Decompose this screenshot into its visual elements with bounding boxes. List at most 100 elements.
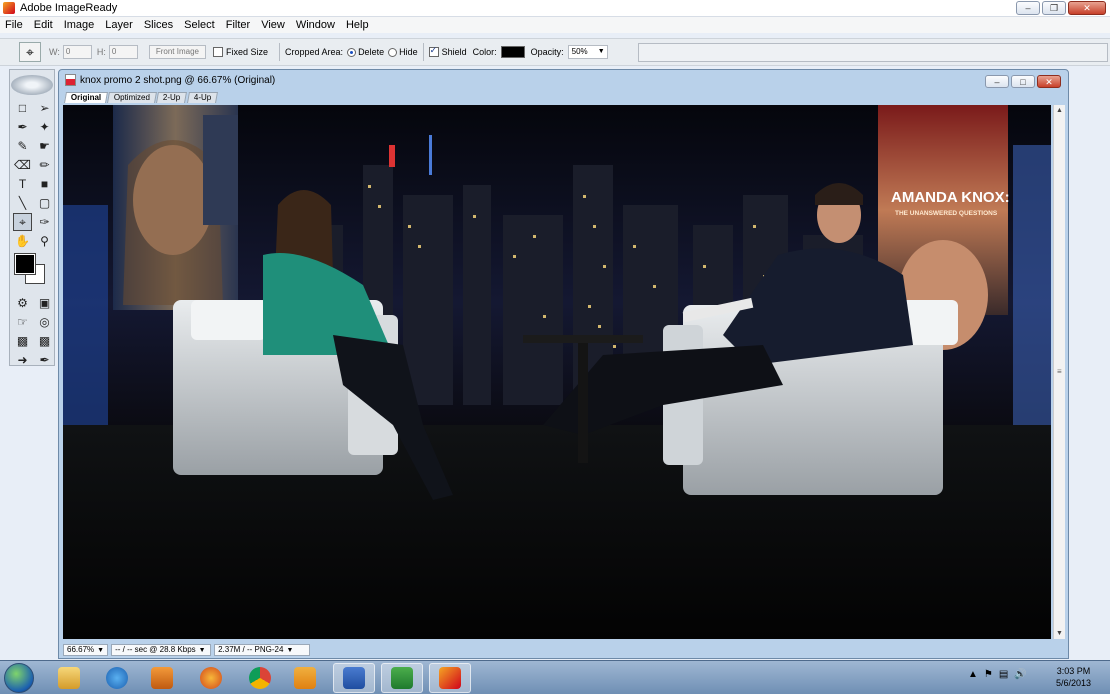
menu-view[interactable]: View [256,19,291,31]
menu-window[interactable]: Window [291,19,341,31]
word-icon [343,667,365,689]
show-hidden-icons-icon[interactable]: ▲ [968,669,978,680]
width-field[interactable]: 0 [62,45,92,59]
fixed-size-checkbox[interactable] [212,47,223,57]
rounded-rectangle-icon[interactable]: ▢ [35,194,54,212]
hand-tool-icon[interactable]: ✋ [13,232,32,250]
chevron-down-icon: ▼ [198,646,206,654]
taskbar-imageready[interactable] [429,663,471,693]
scroll-down-icon[interactable]: ▼ [1056,630,1063,637]
imageready-icon [439,667,461,689]
app-title-bar: Adobe ImageReady – ❐ ✕ [0,0,1110,17]
menu-file[interactable]: File [0,19,29,31]
scroll-up-icon[interactable]: ▲ [1056,107,1063,114]
edit-in-photoshop-icon[interactable]: ✒ [35,351,54,369]
restore-button[interactable]: ❐ [1042,1,1066,15]
cropped-area-label: Cropped Area: [285,47,344,57]
crop-tool-icon[interactable]: ⌖ [13,213,32,231]
zoom-level-dropdown[interactable]: 66.67% ▼ [63,643,109,656]
fixed-size-option[interactable]: Fixed Size [212,47,268,57]
menu-select[interactable]: Select [179,19,221,31]
zoom-level: 66.67% [67,644,95,654]
document-minimize-button[interactable]: – [985,75,1009,88]
menu-layer[interactable]: Layer [100,19,139,31]
menu-image[interactable]: Image [59,19,101,31]
tab-4-up[interactable]: 4-Up [186,92,218,103]
taskbar-media-player[interactable] [141,663,183,693]
brush-icon[interactable]: ✏ [35,156,54,174]
rectangular-marquee-icon[interactable]: □ [13,99,32,117]
menu-filter[interactable]: Filter [221,19,256,31]
taskbar-outlook[interactable] [284,663,326,693]
screen-mode-icon[interactable]: ▩ [13,332,32,350]
move-tool-icon[interactable]: ➢ [35,99,54,117]
file-size-dropdown[interactable]: 2.37M / -- PNG-24 ▼ [214,643,311,656]
start-button[interactable] [4,663,34,693]
height-field[interactable]: 0 [108,45,138,59]
delete-radio[interactable] [347,47,357,57]
divider [422,43,424,61]
rollover-preview-icon[interactable]: ☞ [13,313,32,331]
menu-slices[interactable]: Slices [139,19,179,31]
height-label: H: [96,47,106,57]
opacity-label: Opacity: [530,47,564,57]
shield-checkbox[interactable] [428,45,439,57]
taskbar-excel[interactable] [381,663,423,693]
full-screen-icon[interactable]: ▩ [35,332,54,350]
color-label: Color: [472,47,497,57]
tab-2-up[interactable]: 2-Up [156,92,188,103]
crop-tool-preset-icon[interactable]: ⌖ [19,42,41,62]
system-clock[interactable]: 3:03 PM 5/6/2013 [1046,665,1101,689]
taskbar-word[interactable] [333,663,375,693]
windows-taskbar: ▲ ⚑ ▤ 🔊 3:03 PM 5/6/2013 [0,660,1110,694]
eyedropper-icon[interactable]: ✑ [35,213,54,231]
vertical-scrollbar[interactable]: ▲ ≡ ▼ [1053,105,1065,639]
taskbar-chrome[interactable] [239,663,281,693]
shield-color-swatch[interactable] [500,46,525,58]
slice-tool-icon[interactable]: ✎ [13,137,32,155]
file-size: 2.37M / -- PNG-24 [218,644,284,654]
lasso-icon[interactable]: ✒ [13,118,32,136]
zoom-tool-icon[interactable]: ⚲ [35,232,54,250]
document-status-bar: 66.67% ▼ -- / -- sec @ 28.8 Kbps ▼ 2.37M /… [59,642,1068,657]
opacity-dropdown[interactable]: 50% ▼ [567,45,608,59]
tab-optimized[interactable]: Optimized [107,92,158,103]
taskbar-internet-explorer[interactable] [96,663,138,693]
system-tray: ▲ ⚑ ▤ 🔊 [968,669,1027,680]
action-center-flag-icon[interactable]: ⚑ [984,669,993,680]
volume-icon[interactable]: 🔊 [1014,669,1026,680]
hide-radio[interactable] [388,47,398,57]
document-title-bar: knox promo 2 shot.png @ 66.67% (Original… [65,74,275,86]
taskbar-firefox[interactable] [190,663,232,693]
minimize-button[interactable]: – [1016,1,1040,15]
document-maximize-button[interactable]: □ [1011,75,1035,88]
jump-to-photoshop-icon[interactable]: ➜ [13,351,32,369]
hide-label: Hide [399,47,418,57]
width-label: W: [49,47,60,57]
tab-original[interactable]: Original [64,92,109,103]
eraser-icon[interactable]: ⌫ [13,156,32,174]
slice-select-icon[interactable]: ☛ [35,137,54,155]
close-button[interactable]: ✕ [1068,1,1106,15]
document-close-button[interactable]: ✕ [1037,75,1061,88]
foreground-color[interactable] [14,253,36,275]
scroll-grip-icon[interactable]: ≡ [1057,367,1062,376]
download-time-dropdown[interactable]: -- / -- sec @ 28.8 Kbps ▼ [111,643,212,656]
image-map-tool-icon[interactable]: ⚙ [13,294,32,312]
line-tool-icon[interactable]: ╲ [13,194,32,212]
network-icon[interactable]: ▤ [999,669,1008,680]
taskbar-windows-explorer[interactable] [48,663,90,693]
menu-edit[interactable]: Edit [29,19,59,31]
toggle-image-map-icon[interactable]: ▣ [35,294,54,312]
type-tool-icon[interactable]: T [13,175,32,193]
imageready-feather-icon[interactable] [11,75,53,95]
preview-in-browser-icon[interactable]: ◎ [35,313,54,331]
menu-help[interactable]: Help [341,19,375,31]
magic-wand-icon[interactable]: ✦ [35,118,54,136]
document-title: knox promo 2 shot.png @ 66.67% (Original… [80,74,276,86]
clock-date: 5/6/2013 [1055,678,1092,688]
image-canvas[interactable]: AMANDA KNOX: THE UNANSWERED QUESTIONS [63,105,1051,639]
front-image-button[interactable]: Front Image [148,45,206,59]
rectangle-tool-icon[interactable]: ■ [35,175,54,193]
delete-label: Delete [358,47,385,57]
